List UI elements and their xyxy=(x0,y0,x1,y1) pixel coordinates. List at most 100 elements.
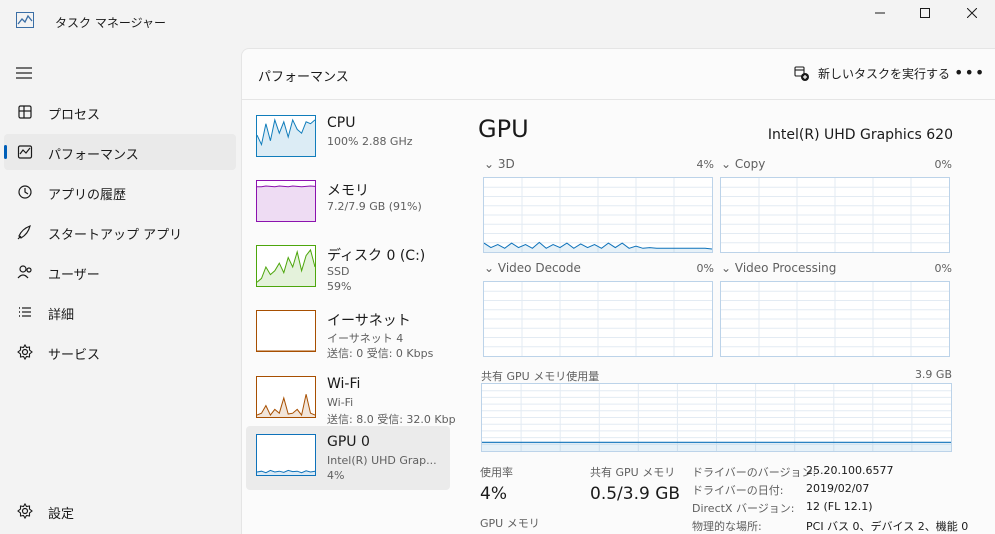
device-subtitle: SSD xyxy=(327,265,350,278)
device-ethernet[interactable]: イーサネット イーサネット 4 送信: 0 受信: 0 Kbps xyxy=(246,302,450,366)
run-new-task-button[interactable]: 新しいタスクを実行する xyxy=(794,65,950,82)
sidebar-item-services[interactable]: サービス xyxy=(4,334,236,370)
device-memory[interactable]: メモリ 7.2/7.9 GB (91%) xyxy=(246,172,450,236)
engine-video-processing-chart xyxy=(721,282,949,356)
device-subtitle: Intel(R) UHD Grap... xyxy=(327,454,437,467)
engine-copy-label: Copy xyxy=(734,157,766,171)
device-thumbnail-chart xyxy=(257,469,315,475)
sidebar-item-label: パフォーマンス xyxy=(48,148,139,163)
processes-icon xyxy=(18,105,32,119)
engine-video-processing-selector[interactable]: ⌄ Video Processing xyxy=(721,261,836,275)
engine-video-decode-chart xyxy=(484,282,712,356)
device-thumbnail xyxy=(256,115,316,157)
sidebar-item-app-history[interactable]: アプリの履歴 xyxy=(4,174,236,210)
device-detail: 送信: 8.0 受信: 32.0 Kbp xyxy=(327,413,456,426)
device-name: GPU 0 xyxy=(327,434,370,450)
device-name: イーサネット xyxy=(327,313,411,329)
device-cpu[interactable]: CPU 100% 2.88 GHz xyxy=(246,107,450,171)
window-title: タスク マネージャー xyxy=(55,16,166,30)
device-detail: 送信: 0 受信: 0 Kbps xyxy=(327,347,434,360)
shared-memory-usage-label: 共有 GPU メモリ使用量 xyxy=(481,370,600,383)
usage-value: 4% xyxy=(480,484,507,504)
device-thumbnail xyxy=(256,376,316,418)
run-new-task-label: 新しいタスクを実行する xyxy=(818,67,951,81)
device-name: メモリ xyxy=(327,183,369,199)
physical-location-key: 物理的な場所: xyxy=(692,520,762,533)
sidebar-item-label: 設定 xyxy=(48,507,75,522)
main-header: パフォーマンス 新しいタスクを実行する ••• xyxy=(242,49,995,100)
hamburger-menu-icon[interactable] xyxy=(15,66,33,80)
device-thumbnail xyxy=(256,434,316,476)
device-name: CPU xyxy=(327,115,356,131)
device-thumbnail xyxy=(256,310,316,352)
driver-version-key: ドライバーのバージョン: xyxy=(692,466,817,479)
directx-version-value: 12 (FL 12.1) xyxy=(806,500,873,513)
sidebar-item-settings[interactable]: 設定 xyxy=(4,493,236,529)
gpu-title: GPU xyxy=(478,115,529,143)
engine-3d-graph xyxy=(483,177,713,253)
sidebar-item-label: スタートアップ アプリ xyxy=(48,228,183,243)
shared-memory-graph xyxy=(481,383,952,452)
engine-copy-selector[interactable]: ⌄ Copy xyxy=(721,157,765,171)
sidebar-item-label: プロセス xyxy=(48,108,101,123)
engine-copy-graph xyxy=(720,177,950,253)
device-thumbnail-chart xyxy=(257,185,315,221)
driver-version-value: 25.20.100.6577 xyxy=(806,464,894,477)
directx-version-key: DirectX バージョン: xyxy=(692,502,795,515)
sidebar-item-processes[interactable]: プロセス xyxy=(4,94,236,130)
page-title: パフォーマンス xyxy=(258,70,349,85)
settings-gear-icon xyxy=(17,502,33,520)
engine-3d-label: 3D xyxy=(497,157,515,171)
shared-memory-max: 3.9 GB xyxy=(914,368,952,381)
close-icon xyxy=(967,8,977,18)
device-gpu-0[interactable]: GPU 0 Intel(R) UHD Grap... 4% xyxy=(246,426,450,490)
device-subtitle: イーサネット 4 xyxy=(327,332,404,345)
device-thumbnail-chart xyxy=(257,394,315,417)
maximize-button[interactable] xyxy=(902,0,948,26)
engine-video-decode-label: Video Decode xyxy=(497,261,581,275)
sidebar-item-startup[interactable]: スタートアップ アプリ xyxy=(4,214,236,250)
details-icon xyxy=(19,307,31,317)
close-button[interactable] xyxy=(949,0,995,26)
engine-copy-chart xyxy=(721,178,949,252)
physical-location-value: PCI バス 0、デバイス 2、機能 0 xyxy=(806,520,969,533)
engine-video-decode-selector[interactable]: ⌄ Video Decode xyxy=(484,261,581,275)
main-panel: パフォーマンス 新しいタスクを実行する ••• CPU 100% 2.88 GHz… xyxy=(241,48,995,534)
engine-video-decode-percent: 0% xyxy=(696,262,714,275)
device-thumbnail-chart xyxy=(257,350,315,351)
engine-video-decode-graph xyxy=(483,281,713,357)
gpu-model-name: Intel(R) UHD Graphics 620 xyxy=(767,127,953,143)
minimize-icon xyxy=(875,12,885,14)
sidebar-item-performance[interactable]: パフォーマンス xyxy=(4,134,236,170)
device-thumbnail-chart xyxy=(257,248,315,286)
device-thumbnail xyxy=(256,245,316,287)
shared-memory-stat-value: 0.5/3.9 GB xyxy=(590,484,681,504)
device-name: Wi-Fi xyxy=(327,376,361,392)
active-indicator xyxy=(4,145,7,159)
task-manager-icon xyxy=(16,12,34,28)
history-icon xyxy=(18,185,32,199)
engine-3d-selector[interactable]: ⌄ 3D xyxy=(484,157,515,171)
sidebar-item-users[interactable]: ユーザー xyxy=(4,254,236,290)
minimize-button[interactable] xyxy=(857,0,903,26)
engine-copy-percent: 0% xyxy=(934,158,952,171)
device-thumbnail-chart xyxy=(257,118,315,156)
sidebar-item-label: アプリの履歴 xyxy=(48,188,127,203)
device-wifi[interactable]: Wi-Fi Wi-Fi 送信: 8.0 受信: 32.0 Kbp xyxy=(246,368,456,432)
more-options-button[interactable]: ••• xyxy=(954,63,984,87)
device-disk-0[interactable]: ディスク 0 (C:) SSD 59% xyxy=(246,237,450,301)
services-icon xyxy=(17,343,33,361)
device-name: ディスク 0 (C:) xyxy=(327,248,426,264)
device-subtitle: 100% 2.88 GHz xyxy=(327,135,413,148)
new-task-icon xyxy=(794,65,809,81)
startup-icon xyxy=(17,225,31,240)
device-detail: 59% xyxy=(327,280,352,293)
engine-video-processing-label: Video Processing xyxy=(734,261,837,275)
device-thumbnail xyxy=(256,180,316,222)
sidebar-item-label: ユーザー xyxy=(48,268,100,283)
device-subtitle: Wi-Fi xyxy=(327,396,354,409)
sidebar-item-details[interactable]: 詳細 xyxy=(4,294,236,330)
shared-memory-chart xyxy=(482,384,951,451)
chevron-down-icon: ⌄ xyxy=(721,261,732,275)
engine-3d-percent: 4% xyxy=(696,158,714,171)
